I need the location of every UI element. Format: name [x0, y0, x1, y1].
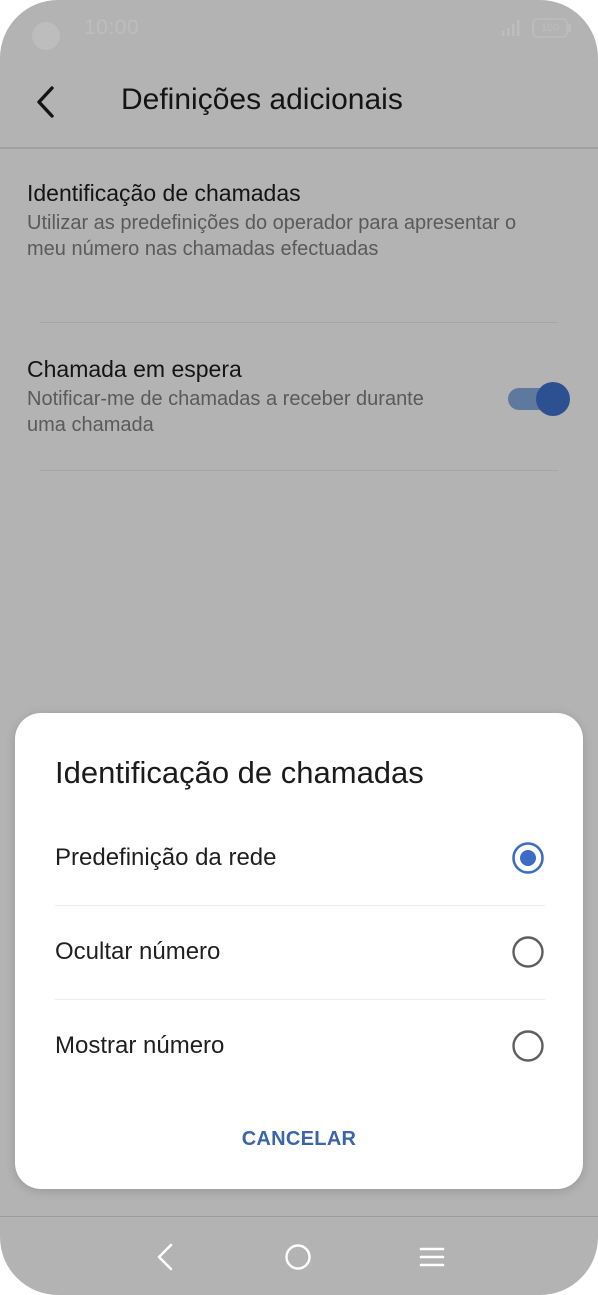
option-hide-number[interactable]: Ocultar número	[55, 905, 545, 999]
radio-unselected-icon[interactable]	[511, 935, 545, 969]
radio-unselected-icon[interactable]	[511, 1029, 545, 1063]
nav-home-icon[interactable]	[284, 1243, 312, 1271]
phone-screen: 10:00 100 Definições adicionais Identifi…	[0, 0, 598, 1295]
navigation-bar	[0, 1216, 598, 1295]
radio-selected-icon[interactable]	[511, 841, 545, 875]
option-show-number[interactable]: Mostrar número	[55, 999, 545, 1093]
nav-back-icon[interactable]	[152, 1241, 178, 1273]
cancel-button[interactable]: CANCELAR	[199, 1111, 399, 1167]
nav-menu-icon[interactable]	[418, 1245, 446, 1269]
option-label: Ocultar número	[55, 938, 221, 965]
option-label: Predefinição da rede	[55, 844, 277, 871]
dialog-title: Identificação de chamadas	[55, 755, 424, 790]
option-label: Mostrar número	[55, 1032, 225, 1059]
caller-id-dialog: Identificação de chamadas Predefinição d…	[15, 713, 583, 1189]
option-network-default[interactable]: Predefinição da rede	[55, 811, 545, 905]
